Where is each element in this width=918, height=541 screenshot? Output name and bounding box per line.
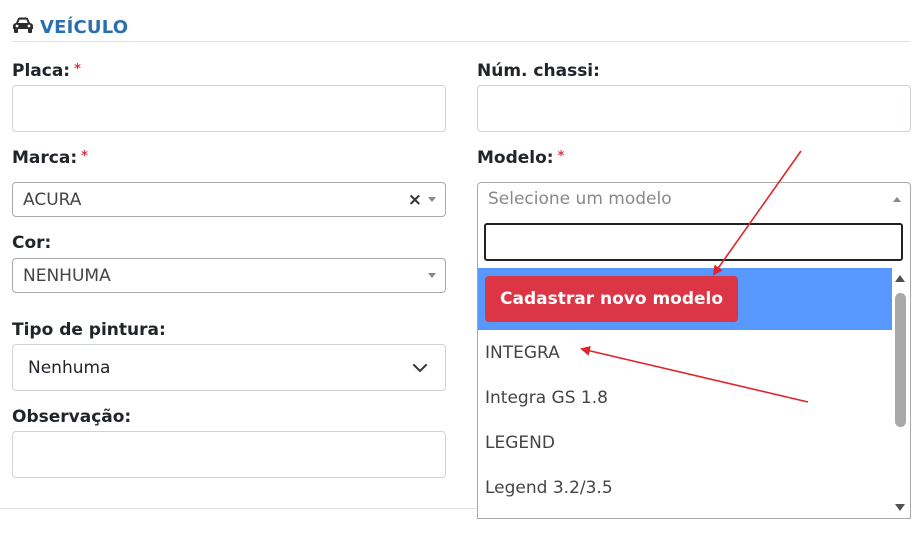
chassi-input[interactable] [477, 85, 911, 132]
tipo-pintura-select[interactable]: Nenhuma [12, 344, 446, 391]
dropdown-option[interactable]: INTEGRA [478, 330, 892, 375]
form-bottom-divider [0, 508, 478, 509]
chassi-label: Núm. chassi: [477, 61, 600, 81]
marca-label: Marca: * [12, 148, 88, 168]
dropdown-option[interactable]: Legend 3.2/3.5 [478, 465, 892, 510]
placa-input[interactable] [12, 85, 446, 132]
car-icon [12, 16, 34, 38]
tipo-pintura-selected-value: Nenhuma [28, 357, 111, 378]
clear-selection-icon[interactable]: × [408, 190, 422, 210]
dropdown-option[interactable]: LEGEND [478, 420, 892, 465]
dropdown-option-highlighted[interactable]: Cadastrar novo modelo [478, 268, 892, 330]
section-header: VEÍCULO [12, 14, 128, 40]
modelo-label: Modelo: * [477, 148, 565, 168]
chevron-up-icon [893, 196, 901, 202]
required-mark: * [557, 149, 565, 164]
dropdown-option[interactable]: Integra GS 1.8 [478, 375, 892, 420]
cor-label: Cor: [12, 233, 52, 253]
marca-select[interactable]: ACURA × [12, 182, 446, 217]
chevron-down-icon [428, 197, 436, 202]
scroll-down-arrow-icon[interactable] [895, 504, 905, 511]
observacao-label: Observação: [12, 407, 132, 427]
marca-selected-value: ACURA [23, 189, 82, 210]
chevron-down-icon [428, 273, 436, 278]
cadastrar-novo-modelo-button[interactable]: Cadastrar novo modelo [485, 276, 739, 322]
observacao-input[interactable] [12, 431, 446, 478]
modelo-select[interactable]: Selecione um modelo [477, 182, 911, 216]
section-divider [12, 41, 910, 42]
placa-label: Placa: * [12, 61, 81, 81]
tipo-pintura-label: Tipo de pintura: [12, 320, 166, 340]
cor-select[interactable]: NENHUMA [12, 258, 446, 293]
scrollbar-thumb[interactable] [895, 293, 906, 427]
required-mark: * [81, 149, 88, 164]
dropdown-search-input[interactable] [484, 223, 903, 261]
cor-selected-value: NENHUMA [23, 265, 111, 286]
modelo-placeholder: Selecione um modelo [488, 189, 672, 209]
required-mark: * [74, 62, 81, 77]
dropdown-options-list: Cadastrar novo modelo INTEGRA Integra GS… [478, 268, 892, 518]
section-title: VEÍCULO [40, 16, 129, 38]
chevron-down-icon [413, 358, 427, 377]
scroll-up-arrow-icon[interactable] [895, 275, 905, 282]
